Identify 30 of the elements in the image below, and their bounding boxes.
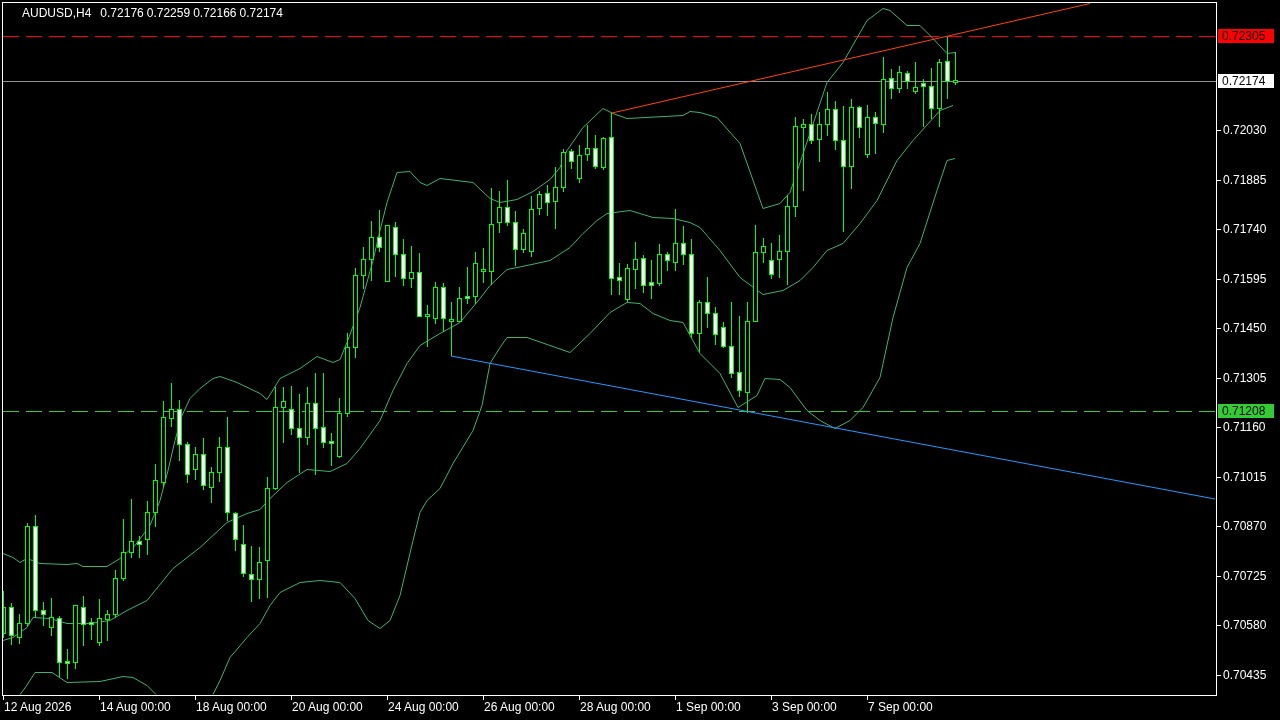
ohlc-value: 0.72174 [239,6,283,20]
ohlc-value: 0.72166 [193,6,237,20]
price-axis-label: 0.70870 [1223,519,1267,533]
price-label: 0.72174 [1218,74,1274,88]
price-axis-label: 0.71160 [1223,420,1266,434]
time-axis-label: 3 Sep 00:00 [772,700,837,714]
time-axis-label: 12 Aug 2026 [4,700,72,714]
time-axis-label: 7 Sep 00:00 [868,700,933,714]
price-axis-label: 0.72030 [1223,123,1267,137]
time-axis-label: 28 Aug 00:00 [580,700,651,714]
chart-symbol: AUDUSD,H4 [22,6,92,20]
price-axis-label: 0.70725 [1223,569,1267,583]
price-axis-label: 0.71740 [1223,222,1267,236]
price-axis-label: 0.71595 [1223,272,1267,286]
price-label: 0.72305 [1218,29,1274,43]
time-axis-label: 24 Aug 00:00 [388,700,459,714]
ohlc-value: 0.72259 [146,6,191,20]
price-axis-label: 0.71015 [1223,470,1267,484]
price-axis-label: 0.71305 [1223,371,1267,385]
ohlc-value: 0.72176 [100,6,144,20]
price-axis-label: 0.70435 [1223,668,1267,682]
price-axis-label: 0.71450 [1223,321,1267,335]
time-axis-label: 1 Sep 00:00 [676,700,741,714]
price-label: 0.71208 [1218,404,1274,418]
price-axis-label: 0.70580 [1223,618,1267,632]
price-axis-label: 0.71885 [1223,173,1267,187]
time-axis-label: 20 Aug 00:00 [292,700,363,714]
time-axis-label: 26 Aug 00:00 [484,700,555,714]
time-axis-label: 18 Aug 00:00 [196,700,267,714]
time-axis-label: 14 Aug 00:00 [100,700,171,714]
